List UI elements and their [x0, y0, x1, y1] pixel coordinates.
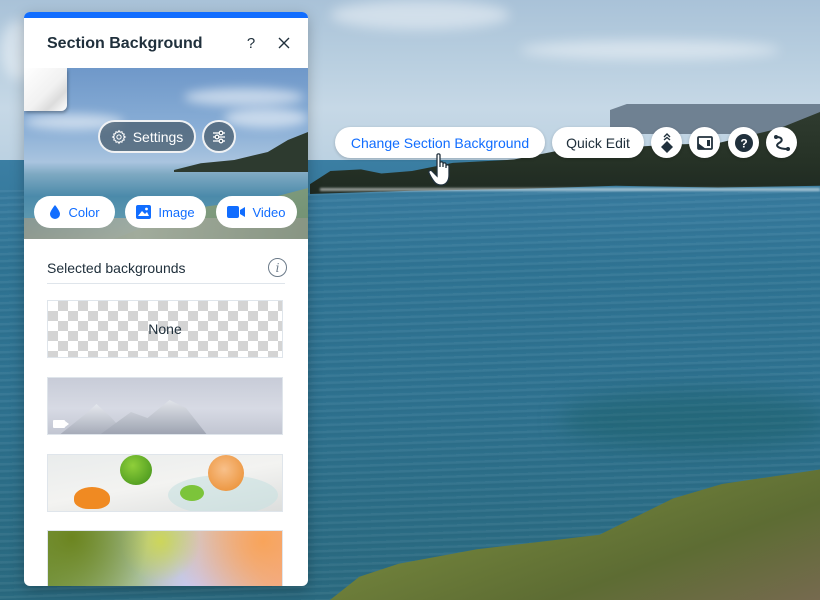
image-button[interactable]: Image: [125, 196, 206, 228]
image-label: Image: [158, 204, 195, 220]
quick-edit-button[interactable]: Quick Edit: [552, 127, 644, 158]
adjust-button[interactable]: [202, 120, 236, 153]
mountain-shape: [98, 400, 208, 434]
background-option-mountain-video[interactable]: [47, 377, 283, 435]
help-button[interactable]: ?: [240, 32, 262, 54]
none-label: None: [148, 321, 182, 337]
close-icon: [278, 37, 290, 49]
sea-shadow: [560, 390, 820, 450]
help-button-toolbar[interactable]: ?: [728, 127, 759, 158]
surf-line: [320, 188, 820, 191]
background-option-gradient[interactable]: [47, 530, 283, 586]
selected-backgrounds-title: Selected backgrounds: [47, 260, 186, 276]
svg-text:?: ?: [740, 136, 747, 150]
color-label: Color: [68, 204, 100, 220]
background-preview: Settings Color Image Video: [24, 68, 308, 239]
page-curl-icon: [24, 68, 67, 111]
video-camera-icon: [227, 206, 246, 218]
settings-label: Settings: [132, 128, 184, 145]
section-layout-icon: [696, 135, 713, 150]
panel-title: Section Background: [47, 35, 203, 52]
lime-shape: [120, 455, 152, 485]
settings-button[interactable]: Settings: [98, 120, 196, 153]
section-layout-button[interactable]: [689, 127, 720, 158]
sliders-icon: [213, 130, 225, 143]
question-mark-icon: ?: [246, 34, 256, 52]
droplet-icon: [50, 205, 61, 219]
preview-cloud: [224, 108, 308, 128]
cloud: [520, 40, 780, 60]
cloud: [330, 0, 510, 30]
arrange-layers-icon: [660, 132, 673, 153]
animation-button[interactable]: [766, 127, 797, 158]
video-button[interactable]: Video: [216, 196, 297, 228]
background-option-none[interactable]: None: [47, 300, 283, 358]
video-label: Video: [252, 204, 286, 220]
section-background-panel: Section Background ? Settings Color Imag…: [24, 12, 308, 586]
preview-cloud: [184, 88, 304, 106]
gear-icon: [111, 129, 126, 144]
panel-header[interactable]: Section Background ?: [24, 18, 308, 68]
info-icon[interactable]: i: [268, 258, 287, 277]
video-camera-icon: [53, 420, 69, 428]
close-button[interactable]: [273, 32, 295, 54]
change-section-background-label: Change Section Background: [350, 134, 530, 151]
quick-edit-label: Quick Edit: [566, 134, 630, 151]
hand-pointer-cursor-icon: [428, 153, 450, 186]
background-option-fruit-image[interactable]: [47, 454, 283, 512]
arrange-button[interactable]: [651, 127, 682, 158]
orange-peel-shape: [74, 487, 110, 509]
animation-path-icon: [773, 134, 790, 151]
image-icon: [136, 205, 152, 219]
selected-backgrounds-header: Selected backgrounds i: [47, 239, 287, 284]
lime-peel-shape: [180, 485, 204, 501]
orange-shape: [208, 455, 244, 491]
color-button[interactable]: Color: [34, 196, 115, 228]
help-circle-icon: ?: [734, 133, 753, 152]
